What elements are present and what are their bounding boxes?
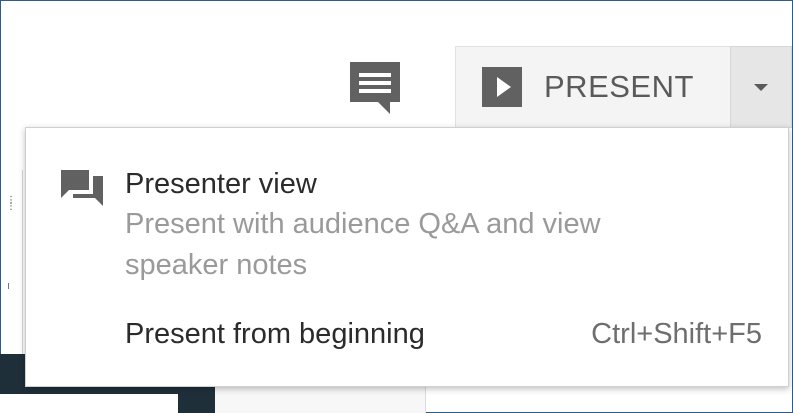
menu-item-presenter-view[interactable]: Presenter view Present with audience Q&A… [26, 158, 788, 288]
background-slide-card [0, 394, 180, 413]
comment-button[interactable] [346, 58, 404, 116]
present-button[interactable]: PRESENT [455, 46, 730, 128]
menu-item-present-from-beginning[interactable]: Present from beginning Ctrl+Shift+F5 [26, 308, 788, 362]
present-options-menu: Presenter view Present with audience Q&A… [25, 127, 789, 387]
keyboard-shortcut: Ctrl+Shift+F5 [591, 318, 762, 350]
ruler-tick [8, 283, 9, 289]
comment-icon [350, 62, 400, 114]
present-from-beginning-label: Present from beginning [125, 318, 425, 350]
present-button-group: PRESENT [455, 46, 792, 128]
caret-down-icon [754, 83, 768, 91]
play-icon [482, 67, 522, 107]
drag-handle-icon: ⋮ ⋮ [6, 195, 16, 212]
present-dropdown-button[interactable] [730, 46, 792, 128]
presenter-chat-icon [61, 170, 103, 206]
present-label: PRESENT [544, 69, 694, 104]
presenter-view-title: Presenter view [125, 168, 317, 200]
presenter-view-description: Present with audience Q&A and view speak… [125, 208, 601, 281]
